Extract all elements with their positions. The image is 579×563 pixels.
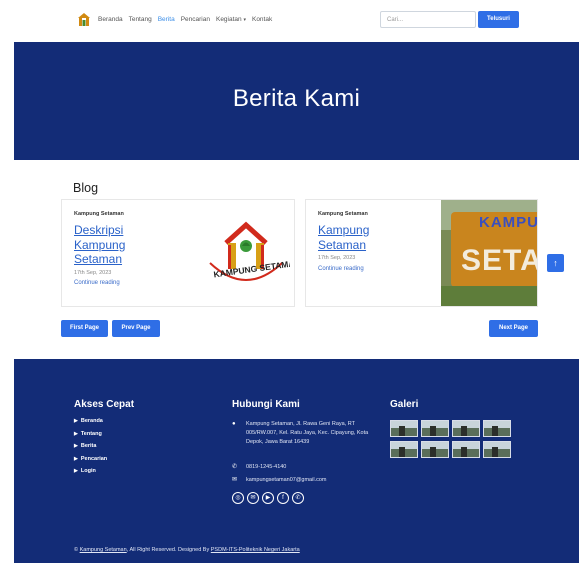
logo-text: KAMPUNG SETAMAN bbox=[213, 257, 290, 279]
card-photo: KAMPU SETA bbox=[441, 200, 538, 306]
hero-banner: Berita Kami bbox=[14, 42, 579, 160]
contact-title: Hubungi Kami bbox=[232, 399, 300, 410]
search-input[interactable]: Cari... bbox=[380, 11, 476, 28]
phone-icon: ✆ bbox=[232, 464, 238, 470]
quick-link-label: Pencarian bbox=[80, 455, 108, 462]
chevron-down-icon: ▾ bbox=[243, 17, 246, 23]
next-page-button[interactable]: Next Page bbox=[489, 320, 538, 337]
quick-access-title: Akses Cepat bbox=[74, 399, 135, 410]
nav-link-kegiatan[interactable]: Kegiatan ▾ bbox=[216, 16, 246, 23]
facebook-icon[interactable]: f bbox=[277, 492, 289, 504]
nav-link-beranda[interactable]: Beranda bbox=[98, 16, 123, 23]
caret-right-icon: ▶ bbox=[74, 468, 78, 474]
quick-link-berita[interactable]: ▶ Berita bbox=[74, 443, 107, 456]
search-button[interactable]: Telusuri bbox=[478, 11, 519, 28]
card-title-link[interactable]: Kampung Setaman bbox=[318, 223, 408, 252]
photo-grass bbox=[441, 286, 537, 306]
nav-links: Beranda Tentang Berita Pencarian Kegiata… bbox=[98, 16, 272, 23]
instagram-icon[interactable]: ◎ bbox=[232, 492, 244, 504]
gallery-thumb[interactable] bbox=[390, 441, 418, 458]
gallery-thumb[interactable] bbox=[421, 441, 449, 458]
caret-right-icon: ▶ bbox=[74, 455, 78, 462]
email-icon[interactable]: ✉ bbox=[247, 492, 259, 504]
nav-link-berita[interactable]: Berita bbox=[158, 16, 175, 23]
quick-link-pencarian[interactable]: ▶ Pencarian bbox=[74, 456, 107, 469]
kampung-logo-icon[interactable] bbox=[76, 11, 92, 28]
caret-right-icon: ▶ bbox=[74, 430, 78, 437]
quick-link-label: Tentang bbox=[80, 430, 102, 437]
nav-link-tentang[interactable]: Tentang bbox=[129, 16, 152, 23]
gallery-grid bbox=[390, 420, 511, 458]
blog-card: Kampung Setaman Kampung Setaman 17th Sep… bbox=[305, 199, 538, 307]
address-text: Kampung Setaman, Jl. Rawa Geni Raya, RT … bbox=[246, 421, 369, 445]
map-pin-icon: ● bbox=[232, 421, 236, 427]
continue-reading-link[interactable]: Continue reading bbox=[74, 280, 120, 286]
copyright-text: © Kampung Setaman, All Right Reserved. D… bbox=[74, 546, 314, 554]
youtube-icon[interactable]: ▶ bbox=[262, 492, 274, 504]
copyright-mid: , All Right Reserved. Designed By bbox=[126, 547, 211, 553]
quick-link-label: Berita bbox=[80, 443, 97, 449]
quick-link-label: Login bbox=[80, 468, 96, 474]
nav-link-pencarian[interactable]: Pencarian bbox=[181, 16, 210, 23]
gallery-thumb[interactable] bbox=[390, 420, 418, 437]
email-text[interactable]: kampungsetaman07@gmail.com bbox=[246, 476, 376, 485]
quick-link-label: Beranda bbox=[80, 418, 103, 424]
prev-page-button[interactable]: Prev Page bbox=[112, 320, 160, 337]
blog-card: Kampung Setaman Deskripsi Kampung Setama… bbox=[61, 199, 295, 307]
designer-link[interactable]: PSDM-ITS-Politeknik Negeri Jakarta bbox=[211, 547, 300, 553]
caret-right-icon: ▶ bbox=[74, 418, 78, 424]
nav-link-kontak[interactable]: Kontak bbox=[252, 16, 272, 23]
gallery-thumb[interactable] bbox=[483, 441, 511, 458]
gallery-thumb[interactable] bbox=[452, 441, 480, 458]
quick-access-list: ▶ Beranda ▶ Tentang ▶ Berita ▶ Pencarian ▶ Lo… bbox=[74, 418, 107, 481]
card-category: Kampung Setaman bbox=[318, 211, 368, 217]
phone-text: 0819-1245-4140 bbox=[246, 464, 287, 470]
gallery-title: Galeri bbox=[390, 399, 419, 410]
quick-link-beranda[interactable]: ▶ Beranda bbox=[74, 418, 107, 431]
card-category: Kampung Setaman bbox=[74, 211, 124, 217]
navbar: Beranda Tentang Berita Pencarian Kegiata… bbox=[0, 0, 579, 42]
caret-right-icon: ▶ bbox=[74, 443, 78, 449]
quick-link-login[interactable]: ▶ Login bbox=[74, 468, 107, 481]
first-page-button[interactable]: First Page bbox=[61, 320, 108, 337]
card-date: 17th Sep, 2023 bbox=[318, 255, 356, 261]
envelope-icon: ✉ bbox=[232, 477, 238, 483]
continue-reading-link[interactable]: Continue reading bbox=[318, 266, 364, 272]
whatsapp-icon[interactable]: ✆ bbox=[292, 492, 304, 504]
footer: Akses Cepat ▶ Beranda ▶ Tentang ▶ Berita ▶ P… bbox=[14, 359, 579, 563]
nav-link-kegiatan-label: Kegiatan bbox=[215, 16, 242, 23]
card-title-link[interactable]: Deskripsi Kampung Setaman bbox=[74, 223, 164, 267]
gallery-thumb[interactable] bbox=[483, 420, 511, 437]
gallery-thumb[interactable] bbox=[452, 420, 480, 437]
photo-sign-text-main: SETA bbox=[461, 244, 538, 277]
blog-section-title: Blog bbox=[73, 181, 99, 195]
photo-sign-text-top: KAMPU bbox=[479, 214, 538, 231]
quick-link-tentang[interactable]: ▶ Tentang bbox=[74, 431, 107, 444]
kampung-setaman-logo: KAMPUNG SETAMAN bbox=[209, 221, 290, 281]
social-links: ◎ ✉ ▶ f ✆ bbox=[232, 492, 304, 504]
scroll-to-top-button[interactable]: ↑ bbox=[547, 254, 564, 272]
page-title: Berita Kami bbox=[232, 85, 361, 112]
copyright-brand-link[interactable]: Kampung Setaman bbox=[80, 547, 127, 553]
card-date: 17th Sep, 2023 bbox=[74, 270, 112, 276]
gallery-thumb[interactable] bbox=[421, 420, 449, 437]
